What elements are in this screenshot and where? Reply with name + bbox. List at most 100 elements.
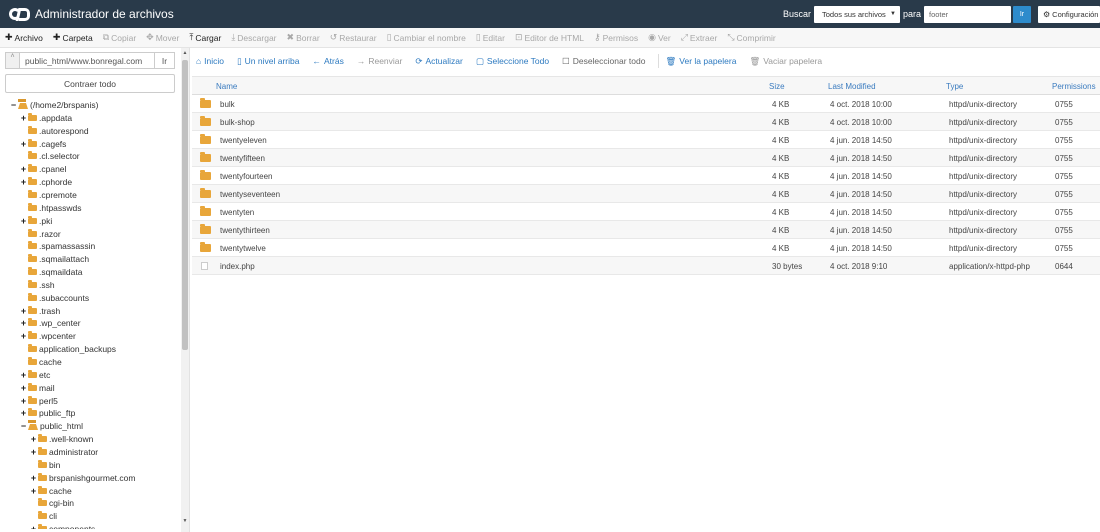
tree-item[interactable]: + components: [30, 523, 95, 529]
tree-item[interactable]: + .cagefs: [20, 138, 66, 150]
toolbar-html-editor-button[interactable]: ⊡ Editor de HTML: [515, 32, 584, 43]
expand-icon[interactable]: +: [20, 383, 27, 392]
column-header-permissions[interactable]: Permissions: [1052, 82, 1096, 91]
tree-item[interactable]: + mail: [20, 382, 55, 394]
tree-item[interactable]: .spamassassin: [20, 240, 95, 252]
nav-forward-button[interactable]: → Reenviar: [357, 56, 403, 66]
expand-icon[interactable]: +: [20, 396, 27, 405]
scroll-down-icon[interactable]: ▼: [181, 518, 189, 525]
tree-item[interactable]: + perl5: [20, 395, 58, 407]
expand-icon[interactable]: +: [20, 165, 27, 174]
table-row[interactable]: bulk 4 KB 4 oct. 2018 10:00 httpd/unix-dire…: [192, 95, 1100, 113]
toolbar-rename-button[interactable]: ▯ Cambiar el nombre: [387, 32, 466, 43]
nav-select-all-button[interactable]: ▢ Seleccione Todo: [476, 56, 549, 67]
tree-item[interactable]: .subaccounts: [20, 292, 89, 304]
tree-item[interactable]: − (/home2/brspanis): [10, 99, 99, 111]
column-header-size[interactable]: Size: [769, 82, 785, 91]
toolbar-compress-button[interactable]: ⤡ Comprimir: [727, 32, 775, 43]
tree-item[interactable]: + .appdata: [20, 112, 72, 124]
toolbar-copy-button[interactable]: ⧉ Copiar: [103, 32, 136, 43]
expand-icon[interactable]: +: [20, 178, 27, 187]
expand-icon[interactable]: +: [20, 306, 27, 315]
toolbar-plus-button[interactable]: ✚ Archivo: [5, 32, 43, 43]
expand-icon[interactable]: +: [20, 216, 27, 225]
expand-icon[interactable]: +: [20, 319, 27, 328]
tree-item[interactable]: − public_html: [20, 419, 83, 432]
settings-button[interactable]: ⚙ Configuración: [1038, 5, 1100, 23]
table-row[interactable]: twentyseventeen 4 KB 4 jun. 2018 14:50 http…: [192, 185, 1100, 203]
table-row[interactable]: twentytwelve 4 KB 4 jun. 2018 14:50 httpd/u…: [192, 239, 1100, 257]
nav-back-button[interactable]: ← Atrás: [312, 56, 343, 66]
nav-deselect-button[interactable]: ☐ Deseleccionar todo: [562, 56, 645, 67]
tree-item[interactable]: cache: [20, 356, 62, 368]
scroll-thumb[interactable]: [182, 60, 188, 350]
table-row[interactable]: index.php 30 bytes 4 oct. 2018 9:10 applica…: [192, 257, 1100, 275]
tree-item[interactable]: bin: [30, 459, 60, 471]
expand-icon[interactable]: +: [20, 139, 27, 148]
toolbar-plus-button[interactable]: ✚ Carpeta: [53, 32, 93, 43]
tree-item[interactable]: .ssh: [20, 279, 55, 291]
tree-item[interactable]: .sqmaildata: [20, 266, 82, 278]
toolbar-download-button[interactable]: ⤓ Descargar: [231, 32, 276, 43]
expand-icon[interactable]: +: [30, 486, 37, 495]
expand-icon[interactable]: +: [30, 473, 37, 482]
tree-item[interactable]: + .pki: [20, 215, 52, 227]
tree-item[interactable]: + public_ftp: [20, 407, 75, 419]
toolbar-permissions-button[interactable]: ⚷ Permisos: [594, 32, 638, 43]
toolbar-edit-button[interactable]: ▯ Editar: [476, 32, 505, 43]
collapse-all-button[interactable]: Contraer todo: [5, 74, 175, 93]
table-row[interactable]: bulk-shop 4 KB 4 oct. 2018 10:00 httpd/unix…: [192, 113, 1100, 131]
search-go-button[interactable]: Ir: [1013, 5, 1031, 23]
expand-icon[interactable]: +: [20, 409, 27, 418]
expand-icon[interactable]: +: [30, 525, 37, 529]
tree-item[interactable]: cgi-bin: [30, 497, 74, 509]
tree-item[interactable]: + brspanishgourmet.com: [30, 472, 135, 484]
table-row[interactable]: twentyten 4 KB 4 jun. 2018 14:50 httpd/unix…: [192, 203, 1100, 221]
tree-item[interactable]: .cpremote: [20, 189, 77, 201]
tree-item[interactable]: .htpasswds: [20, 202, 82, 214]
expand-icon[interactable]: +: [30, 447, 37, 456]
toolbar-move-button[interactable]: ✥ Mover: [146, 32, 179, 43]
nav-level-up-button[interactable]: ▯ Un nivel arriba: [237, 56, 300, 67]
table-row[interactable]: twentyfourteen 4 KB 4 jun. 2018 14:50 httpd…: [192, 167, 1100, 185]
tree-item[interactable]: .cl.selector: [20, 150, 80, 162]
tree-item[interactable]: + .well-known: [30, 433, 93, 445]
expand-icon[interactable]: +: [30, 435, 37, 444]
toolbar-extract-button[interactable]: ⤢ Extraer: [681, 32, 718, 43]
tree-item[interactable]: + .cpanel: [20, 163, 66, 175]
toolbar-upload-button[interactable]: ⤒ Cargar: [189, 32, 221, 43]
expand-icon[interactable]: +: [20, 370, 27, 379]
tree-item[interactable]: .razor: [20, 228, 61, 240]
search-input[interactable]: footer: [924, 5, 1011, 23]
table-row[interactable]: twentyfifteen 4 KB 4 jun. 2018 14:50 httpd/…: [192, 149, 1100, 167]
path-go-button[interactable]: Ir: [155, 52, 175, 69]
nav-home-button[interactable]: ⌂ Inicio: [196, 56, 224, 66]
tree-item[interactable]: + .wpcenter: [20, 330, 76, 342]
toolbar-restore-button[interactable]: ↺ Restaurar: [330, 32, 377, 43]
tree-item[interactable]: application_backups: [20, 343, 116, 355]
tree-scrollbar[interactable]: ▲ ▼: [181, 48, 189, 532]
nav-reload-button[interactable]: ⟳ Actualizar: [415, 56, 462, 67]
tree-item[interactable]: + cache: [30, 485, 72, 497]
path-home-icon[interactable]: ˄: [5, 52, 19, 69]
toolbar-delete-button[interactable]: ✖ Borrar: [287, 32, 320, 43]
collapse-icon[interactable]: −: [20, 422, 27, 431]
table-row[interactable]: twentythirteen 4 KB 4 jun. 2018 14:50 httpd…: [192, 221, 1100, 239]
tree-item[interactable]: .sqmailattach: [20, 253, 89, 265]
nav-trash-button[interactable]: 🗑 Ver la papelera: [665, 56, 736, 67]
column-header-name[interactable]: Name: [216, 82, 237, 91]
toolbar-view-button[interactable]: ◉ Ver: [648, 32, 671, 43]
tree-item[interactable]: cli: [30, 510, 57, 522]
tree-item[interactable]: + .cphorde: [20, 176, 72, 188]
collapse-icon[interactable]: −: [10, 101, 17, 110]
tree-item[interactable]: + .wp_center: [20, 317, 81, 329]
path-input[interactable]: public_html/www.bonregal.com: [19, 52, 155, 69]
expand-icon[interactable]: +: [20, 332, 27, 341]
nav-empty-trash-button[interactable]: 🗑 Vaciar papelera: [749, 56, 822, 67]
tree-item[interactable]: + .trash: [20, 305, 60, 317]
table-row[interactable]: twentyeleven 4 KB 4 jun. 2018 14:50 httpd/u…: [192, 131, 1100, 149]
tree-item[interactable]: .autorespond: [20, 125, 89, 137]
tree-item[interactable]: + administrator: [30, 446, 98, 458]
column-header-modified[interactable]: Last Modified: [828, 82, 876, 91]
tree-item[interactable]: + etc: [20, 369, 50, 381]
